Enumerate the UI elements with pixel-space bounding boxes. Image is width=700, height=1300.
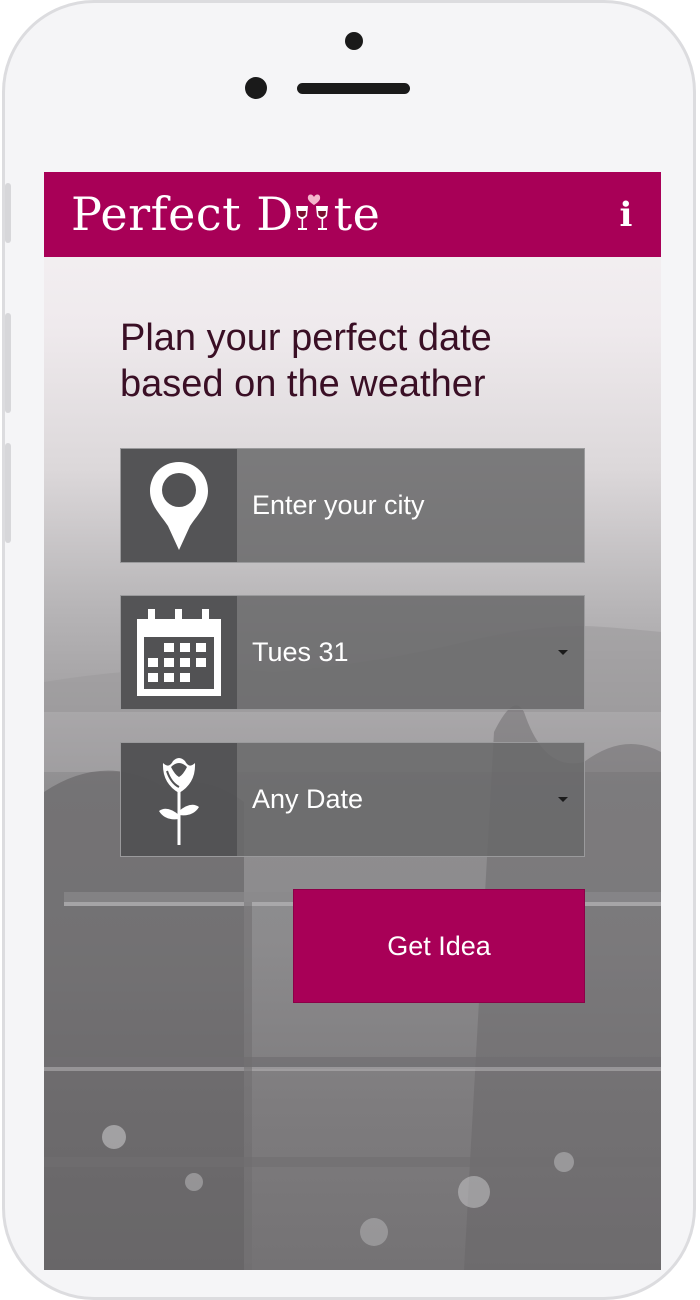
city-input[interactable]: Enter your city (252, 449, 425, 562)
rose-icon (159, 757, 199, 845)
front-camera (345, 32, 363, 50)
location-pin-icon (150, 461, 208, 550)
logo-text-start: Perfect D (71, 187, 294, 241)
day-select-value: Tues 31 (252, 637, 349, 667)
phone-side-button (5, 183, 11, 243)
logo-text-end: te (333, 187, 381, 241)
date-type-select[interactable]: Any Date (120, 742, 585, 857)
headline-line-1: Plan your perfect date (120, 317, 492, 359)
info-button[interactable]: i (611, 190, 641, 240)
earpiece-speaker (297, 83, 410, 94)
app-header: Perfect D te i (44, 172, 661, 257)
city-field[interactable]: Enter your city (120, 448, 585, 563)
app-screen: Perfect D te i Plan your perfect date ba… (44, 172, 661, 1270)
get-idea-button[interactable]: Get Idea (293, 889, 585, 1003)
date-type-select-value: Any Date (252, 784, 364, 814)
app-logo[interactable]: Perfect D te (71, 186, 380, 242)
page-headline: Plan your perfect date based on the weat… (120, 315, 620, 407)
city-field-icon-box (121, 449, 237, 562)
headline-line-2: based on the weather (120, 363, 486, 405)
phone-volume-down-button (5, 443, 11, 543)
wine-glasses-heart-icon (295, 194, 328, 230)
calendar-icon (137, 608, 221, 696)
phone-volume-up-button (5, 313, 11, 413)
chevron-down-icon (558, 650, 568, 655)
proximity-sensor (245, 77, 267, 99)
chevron-down-icon (558, 797, 568, 802)
date-type-icon-box (121, 743, 237, 856)
day-select-icon-box (121, 596, 237, 709)
day-select[interactable]: Tues 31 (120, 595, 585, 710)
